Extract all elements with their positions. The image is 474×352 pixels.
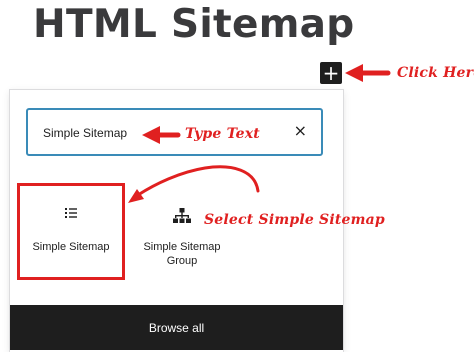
arrow-select bbox=[136, 165, 260, 197]
annotation-arrows bbox=[128, 64, 391, 203]
arrow-type-text-head bbox=[142, 126, 160, 144]
arrow-click-here-head bbox=[345, 64, 363, 82]
annotation-type-text: Type Text bbox=[185, 126, 260, 142]
annotation-click-here: Click Here bbox=[397, 65, 474, 81]
annotation-select: Select Simple Sitemap bbox=[204, 212, 385, 228]
